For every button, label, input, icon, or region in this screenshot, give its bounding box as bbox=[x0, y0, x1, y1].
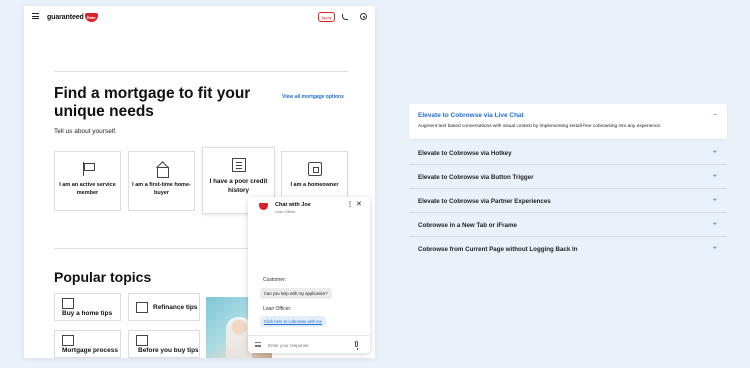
cobrowse-link[interactable]: Click here to cobrowse with me bbox=[260, 316, 326, 327]
topic-label: Mortgage process bbox=[62, 347, 118, 354]
site-logo[interactable]: guaranteed Rate bbox=[47, 12, 98, 22]
accordion-title: Elevate to Cobrowse via Hotkey bbox=[418, 150, 512, 157]
topic-before-you-buy[interactable]: Before you buy tips bbox=[128, 330, 200, 358]
expand-icon[interactable]: + bbox=[713, 245, 717, 252]
expand-icon[interactable]: + bbox=[713, 149, 717, 156]
collapse-icon[interactable]: − bbox=[713, 112, 717, 119]
chat-response-input[interactable] bbox=[268, 340, 350, 350]
expand-icon[interactable]: + bbox=[713, 197, 717, 204]
accordion-item-current-page[interactable]: Cobrowse from Current Page without Loggi… bbox=[409, 237, 727, 261]
accordion-item-live-chat[interactable]: Elevate to Cobrowse via Live Chat Augmen… bbox=[409, 104, 727, 139]
view-all-options-link[interactable]: View all mortgage options bbox=[282, 94, 344, 100]
expand-icon[interactable]: + bbox=[713, 173, 717, 180]
more-options-icon[interactable]: ⋮ bbox=[347, 201, 353, 208]
chat-title: Chat with Joe bbox=[275, 202, 311, 208]
globe-icon[interactable] bbox=[360, 13, 367, 20]
customer-label: Customer: bbox=[263, 277, 287, 283]
accordion-title: Cobrowse in a New Tab or iFrame bbox=[418, 222, 517, 229]
tell-us-subtitle: Tell us about yourself. bbox=[54, 128, 117, 135]
feature-accordion: Elevate to Cobrowse via Live Chat Augmen… bbox=[409, 104, 727, 253]
logo-mark: Rate bbox=[84, 12, 98, 22]
section-divider bbox=[54, 71, 348, 72]
refinance-icon bbox=[136, 302, 148, 313]
phone-icon[interactable] bbox=[342, 14, 348, 20]
site-header: guaranteed Rate Apply bbox=[24, 6, 375, 30]
chat-widget: Chat with Joe Loan Officer ⋮ ✕ Customer:… bbox=[248, 197, 370, 353]
officer-label: Loan Officer: bbox=[263, 306, 292, 312]
accordion-title: Elevate to Cobrowse via Button Trigger bbox=[418, 174, 534, 181]
card-label: I am a first-time home-buyer bbox=[132, 182, 191, 196]
section-divider bbox=[54, 248, 272, 249]
chat-input-row bbox=[248, 335, 370, 353]
microphone-icon[interactable] bbox=[355, 341, 358, 350]
topic-label: Buy a home tips bbox=[62, 310, 113, 317]
card-first-time-buyer[interactable]: I am a first-time home-buyer bbox=[128, 151, 195, 211]
chat-subtitle: Loan Officer bbox=[275, 210, 296, 214]
accordion-body: Augment text based conversations with vi… bbox=[418, 124, 662, 129]
chat-menu-icon[interactable] bbox=[255, 342, 261, 347]
close-icon[interactable]: ✕ bbox=[356, 200, 362, 208]
flag-icon bbox=[81, 162, 95, 176]
chat-header: Chat with Joe Loan Officer ⋮ ✕ bbox=[248, 197, 370, 219]
accordion-title: Cobrowse from Current Page without Loggi… bbox=[418, 246, 578, 253]
accordion-title: Elevate to Cobrowse via Partner Experien… bbox=[418, 198, 551, 205]
accordion-item-hotkey[interactable]: Elevate to Cobrowse via Hotkey + bbox=[409, 141, 727, 165]
chat-logo bbox=[259, 203, 268, 210]
accordion-item-button-trigger[interactable]: Elevate to Cobrowse via Button Trigger + bbox=[409, 165, 727, 189]
card-service-member[interactable]: I am an active service member bbox=[54, 151, 121, 211]
house-outline-icon bbox=[62, 298, 74, 309]
document-icon bbox=[231, 158, 246, 172]
accordion-item-partner-experiences[interactable]: Elevate to Cobrowse via Partner Experien… bbox=[409, 189, 727, 213]
hamburger-menu-icon[interactable] bbox=[32, 13, 39, 19]
checklist-icon bbox=[62, 335, 74, 346]
card-label: I have a poor credit history bbox=[209, 178, 268, 194]
logo-text: guaranteed bbox=[47, 13, 84, 21]
home-icon bbox=[307, 162, 322, 176]
topic-label: Refinance tips bbox=[153, 304, 198, 311]
house-icon bbox=[155, 162, 169, 178]
topic-buy-home-tips[interactable]: Buy a home tips bbox=[54, 293, 121, 321]
card-label: I am a homeowner bbox=[290, 182, 339, 188]
customer-message: Can you help with my application? bbox=[260, 288, 332, 299]
accordion-item-new-tab[interactable]: Cobrowse in a New Tab or iFrame + bbox=[409, 213, 727, 237]
topic-label: Before you buy tips bbox=[138, 347, 199, 354]
clipboard-icon bbox=[136, 335, 148, 346]
topic-mortgage-process[interactable]: Mortgage process bbox=[54, 330, 121, 358]
apply-button[interactable]: Apply bbox=[318, 12, 335, 22]
accordion-title: Elevate to Cobrowse via Live Chat bbox=[418, 112, 524, 119]
popular-topics-title: Popular topics bbox=[54, 269, 152, 285]
topic-refinance-tips[interactable]: Refinance tips bbox=[128, 293, 200, 321]
expand-icon[interactable]: + bbox=[713, 221, 717, 228]
card-label: I am an active service member bbox=[59, 182, 116, 196]
hero-title: Find a mortgage to fit your unique needs bbox=[54, 85, 251, 120]
